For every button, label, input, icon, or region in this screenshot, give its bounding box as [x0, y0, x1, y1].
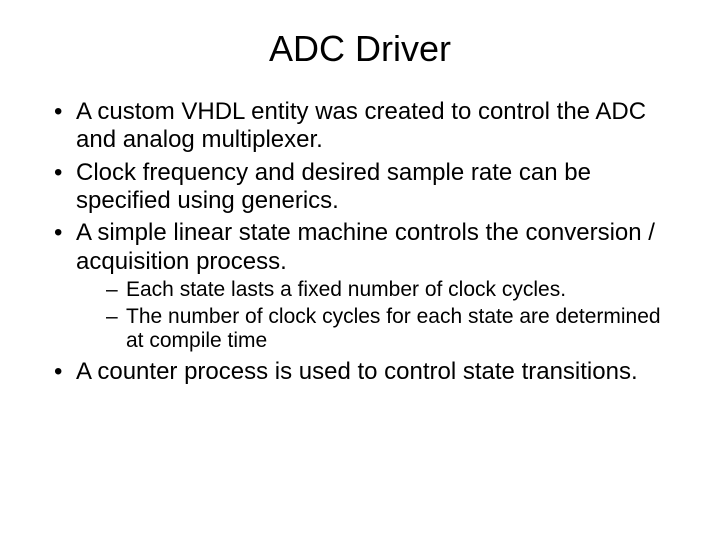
list-item: A simple linear state machine controls t…	[48, 219, 672, 354]
bullet-text: A counter process is used to control sta…	[76, 358, 638, 385]
bullet-text: Clock frequency and desired sample rate …	[76, 159, 591, 214]
sub-bullet-list: Each state lasts a fixed number of clock…	[76, 278, 672, 354]
bullet-list: A custom VHDL entity was created to cont…	[48, 98, 672, 386]
slide-title: ADC Driver	[48, 28, 672, 70]
sub-bullet-text: The number of clock cycles for each stat…	[126, 305, 661, 353]
bullet-text: A simple linear state machine controls t…	[76, 219, 655, 274]
sub-bullet-text: Each state lasts a fixed number of clock…	[126, 278, 566, 301]
list-item: A counter process is used to control sta…	[48, 358, 672, 386]
slide: ADC Driver A custom VHDL entity was crea…	[0, 0, 720, 540]
sub-list-item: Each state lasts a fixed number of clock…	[104, 278, 672, 303]
list-item: A custom VHDL entity was created to cont…	[48, 98, 672, 155]
bullet-text: A custom VHDL entity was created to cont…	[76, 98, 646, 153]
sub-list-item: The number of clock cycles for each stat…	[104, 305, 672, 355]
list-item: Clock frequency and desired sample rate …	[48, 159, 672, 216]
